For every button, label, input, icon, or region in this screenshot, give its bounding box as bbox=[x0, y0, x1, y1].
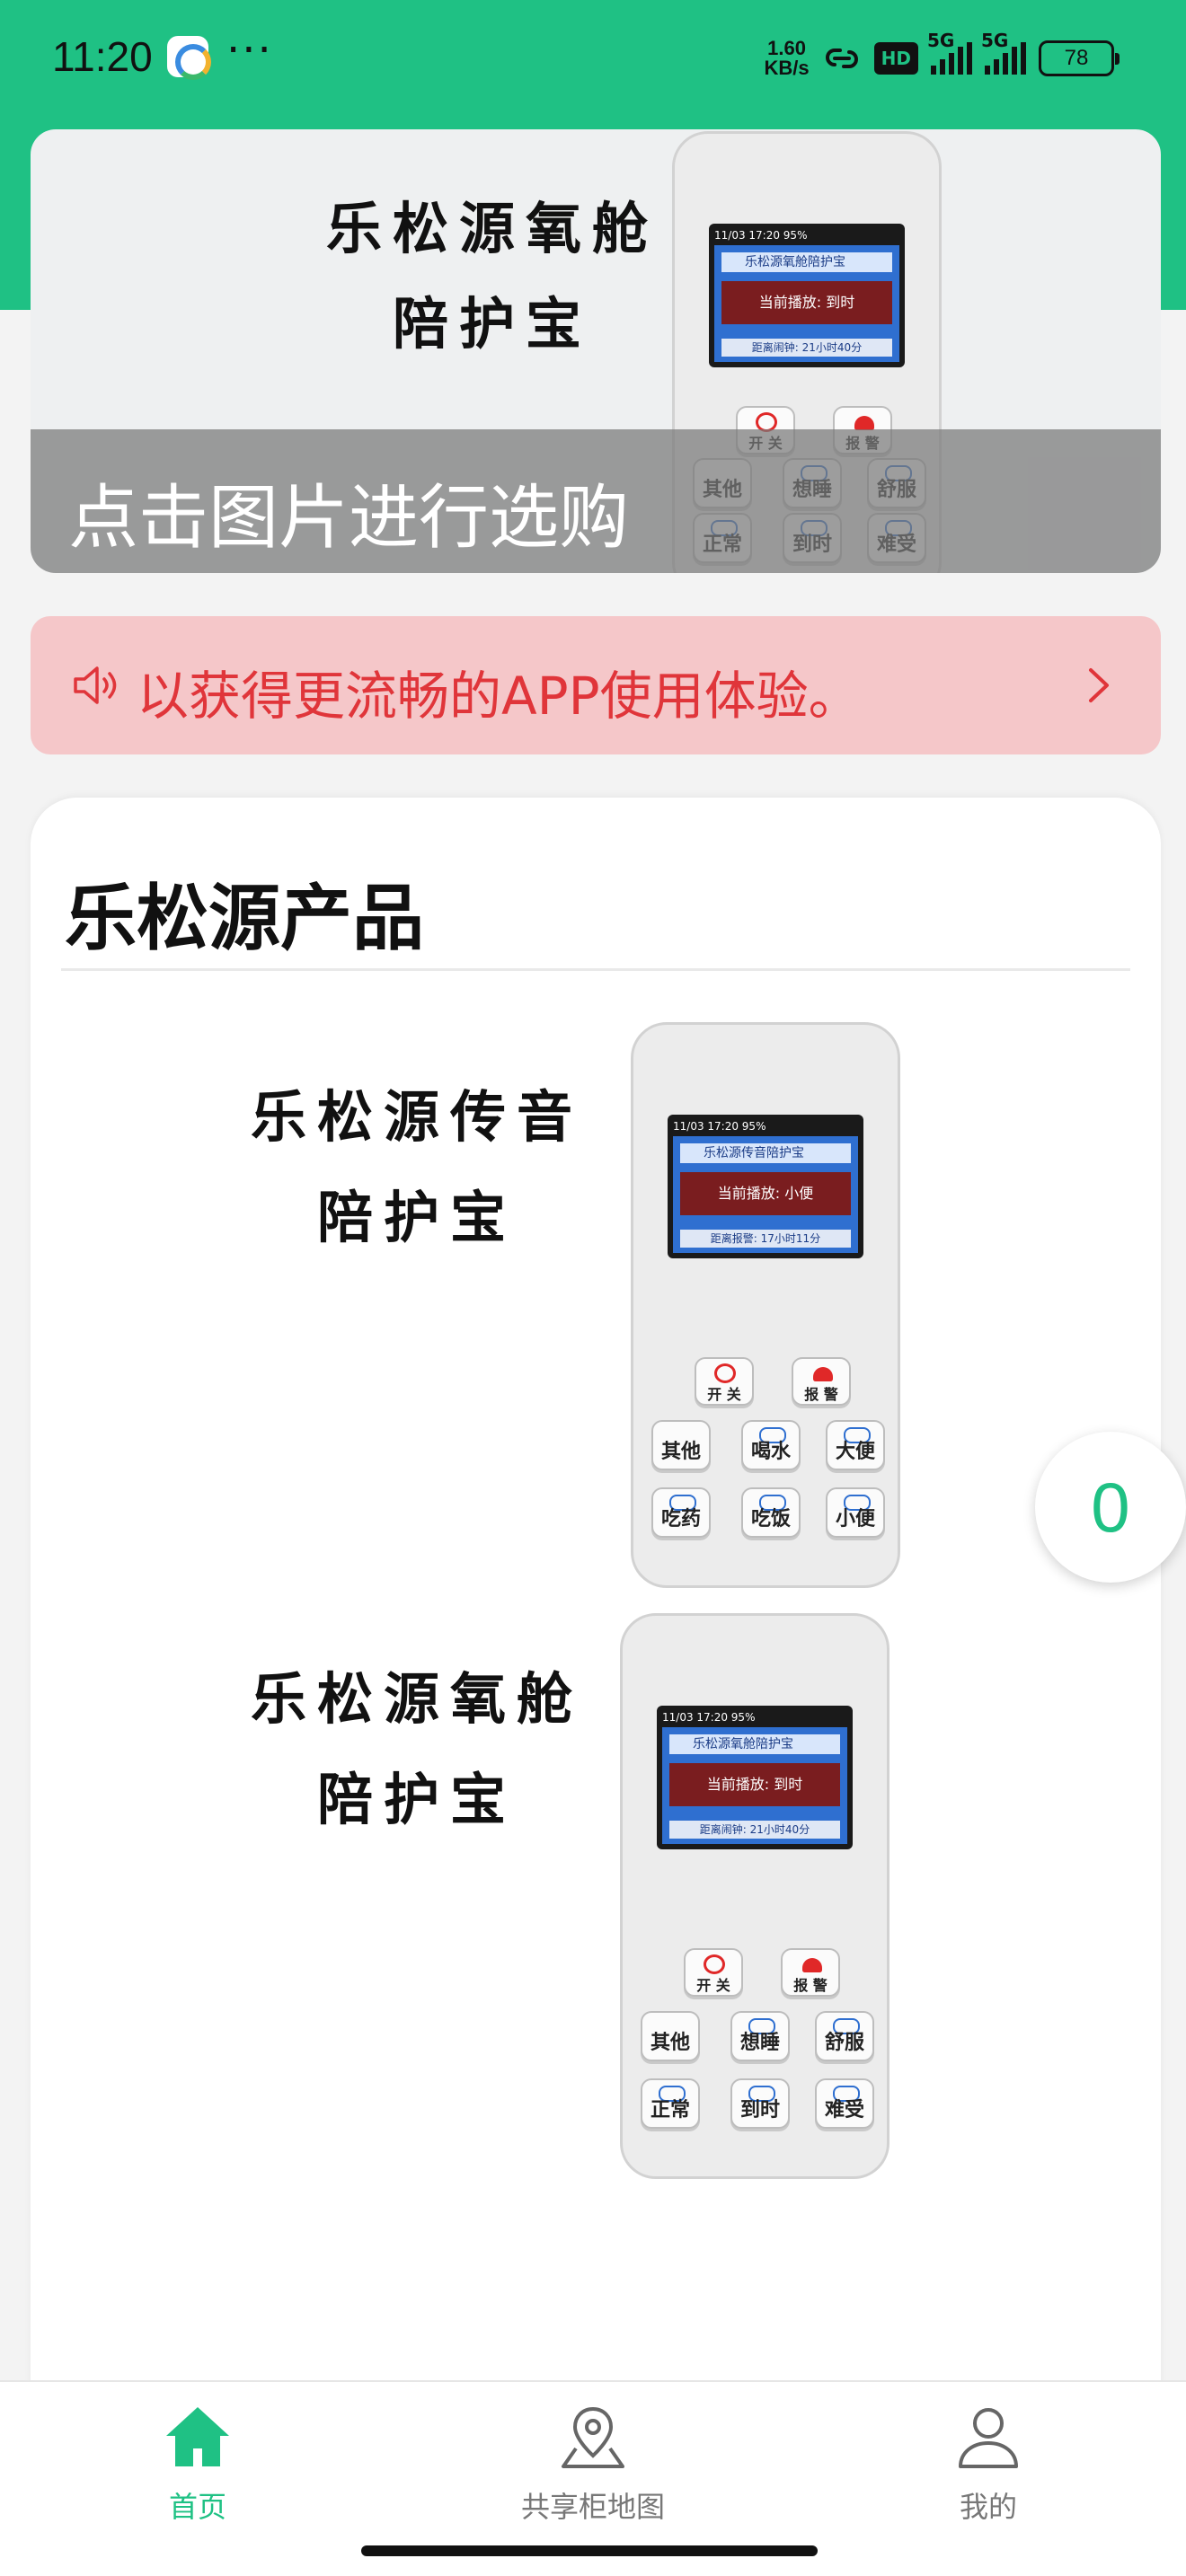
map-pin-icon bbox=[562, 2406, 624, 2468]
device-key: 正常 bbox=[641, 2078, 700, 2129]
device-header-text: 乐松源传音陪护宝 bbox=[680, 1143, 851, 1163]
battery-icon: 78 bbox=[1039, 40, 1120, 76]
device-screen: 11/03 17:20 95% 乐松源氧舱陪护宝当前播放: 到时距离闹钟: 21小… bbox=[709, 224, 905, 367]
tab-profile[interactable]: 我的 bbox=[872, 2398, 1105, 2526]
tab-cabinet-map[interactable]: 共享柜地图 bbox=[476, 2398, 710, 2526]
device-message-text: 当前播放: 小便 bbox=[680, 1172, 851, 1215]
device-header-text: 乐松源氧舱陪护宝 bbox=[721, 252, 892, 272]
device-screen: 11/03 17:20 95% 乐松源传音陪护宝当前播放: 小便距离报警: 17小… bbox=[668, 1115, 863, 1258]
products-card: 乐松源产品 乐松源传音 陪护宝 11/03 17:20 95% 乐松源传音陪护宝当… bbox=[31, 798, 1161, 2405]
banner-title: 乐松源氧舱 陪护宝 bbox=[325, 196, 659, 357]
device-key: 吃药 bbox=[651, 1487, 711, 1538]
device-key: 报 警 bbox=[781, 1948, 840, 1997]
device-key: 到时 bbox=[730, 2078, 790, 2129]
user-icon bbox=[959, 2408, 1018, 2468]
signal-strength-icon: 5G bbox=[981, 30, 1026, 75]
device-key: 其他 bbox=[641, 2011, 700, 2061]
device-key: 开 关 bbox=[695, 1357, 754, 1406]
hd-badge: HD bbox=[873, 42, 918, 75]
device-status-text: 11/03 17:20 95% bbox=[714, 229, 808, 242]
device-message-text: 当前播放: 到时 bbox=[721, 281, 892, 324]
product-title: 乐松源氧舱 陪护宝 bbox=[250, 1666, 583, 1832]
device-key: 舒服 bbox=[815, 2011, 874, 2061]
device-footer-text: 距离闹钟: 21小时40分 bbox=[669, 1821, 840, 1839]
product-image: 11/03 17:20 95% 乐松源传音陪护宝当前播放: 小便距离报警: 17小… bbox=[631, 1022, 900, 1588]
status-indicators: 1.60 KB/s HD 5G 5G 78 bbox=[764, 30, 1120, 83]
device-key: 想睡 bbox=[730, 2011, 790, 2061]
status-time: 11:20 bbox=[52, 33, 153, 80]
device-message-text: 当前播放: 到时 bbox=[669, 1763, 840, 1806]
tab-home[interactable]: 首页 bbox=[81, 2398, 314, 2526]
product-item[interactable]: 乐松源氧舱 陪护宝 11/03 17:20 95% 乐松源氧舱陪护宝当前播放: 到… bbox=[31, 1613, 1161, 2188]
status-bar: 11:20 ··· 1.60 KB/s HD 5G 5G 78 bbox=[0, 0, 1186, 117]
device-header-text: 乐松源氧舱陪护宝 bbox=[669, 1734, 840, 1754]
device-key: 其他 bbox=[651, 1420, 711, 1470]
signal-strength-icon: 5G bbox=[927, 30, 972, 75]
device-footer-text: 距离闹钟: 21小时40分 bbox=[721, 339, 892, 357]
device-key: 小便 bbox=[826, 1487, 885, 1538]
notice-text: 以获得更流畅的APP使用体验。 bbox=[137, 666, 861, 727]
device-status-text: 11/03 17:20 95% bbox=[662, 1711, 756, 1724]
link-icon bbox=[825, 49, 858, 68]
notice-bar[interactable]: 以获得更流畅的APP使用体验。 bbox=[31, 616, 1161, 754]
product-image: 11/03 17:20 95% 乐松源氧舱陪护宝当前播放: 到时距离闹钟: 21小… bbox=[620, 1613, 890, 2179]
device-key: 开 关 bbox=[684, 1948, 743, 1997]
device-key: 吃饭 bbox=[741, 1487, 801, 1538]
device-key: 大便 bbox=[826, 1420, 885, 1470]
device-screen: 11/03 17:20 95% 乐松源氧舱陪护宝当前播放: 到时距离闹钟: 21小… bbox=[657, 1706, 853, 1849]
device-status-text: 11/03 17:20 95% bbox=[673, 1120, 766, 1133]
promo-banner[interactable]: 乐松源氧舱 陪护宝 11/03 17:20 95% 乐松源氧舱陪护宝当前播放: 到… bbox=[31, 129, 1161, 573]
chevron-right-icon bbox=[1089, 668, 1109, 702]
network-speed: 1.60 KB/s bbox=[764, 37, 810, 79]
device-key: 喝水 bbox=[741, 1420, 801, 1470]
device-key: 报 警 bbox=[792, 1357, 851, 1406]
device-footer-text: 距离报警: 17小时11分 bbox=[680, 1230, 851, 1248]
more-notifications-icon: ··· bbox=[226, 25, 273, 75]
divider bbox=[61, 968, 1130, 971]
product-item[interactable]: 乐松源传音 陪护宝 11/03 17:20 95% 乐松源传音陪护宝当前播放: 小… bbox=[31, 1022, 1161, 1597]
product-title: 乐松源传音 陪护宝 bbox=[250, 1084, 583, 1250]
speaker-icon bbox=[74, 666, 117, 704]
home-indicator bbox=[361, 2545, 818, 2556]
app-notification-icon bbox=[167, 36, 211, 80]
device-key: 难受 bbox=[815, 2078, 874, 2129]
section-title: 乐松源产品 bbox=[65, 877, 424, 960]
banner-caption: 点击图片进行选购 bbox=[68, 478, 630, 559]
cart-count-button[interactable]: 0 bbox=[1035, 1432, 1186, 1583]
home-icon bbox=[166, 2407, 229, 2466]
